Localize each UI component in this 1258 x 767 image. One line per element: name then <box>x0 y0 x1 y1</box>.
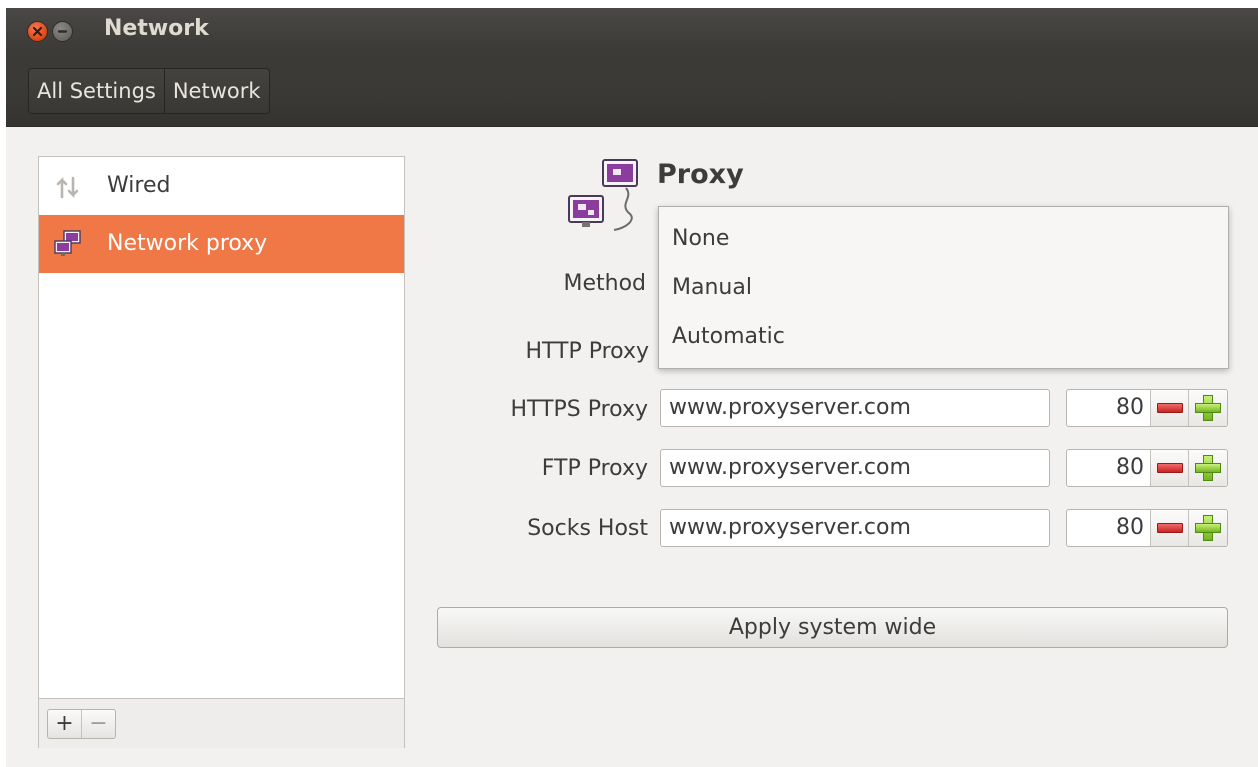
sidebar-item-label: Wired <box>107 173 171 198</box>
https-port-decrement-button[interactable] <box>1149 390 1189 426</box>
breadcrumb: All Settings Network <box>28 68 270 114</box>
https-proxy-host-input[interactable]: www.proxyserver.com <box>660 389 1050 427</box>
plus-icon <box>1195 395 1222 421</box>
minus-icon <box>1156 403 1183 413</box>
menu-item-manual[interactable]: Manual <box>672 274 752 302</box>
method-label: Method <box>563 271 646 296</box>
socks-host-label: Socks Host <box>527 516 648 541</box>
sidebar-item-network-proxy[interactable]: Network proxy <box>39 215 404 273</box>
ftp-proxy-port-spinner: 80 <box>1066 449 1228 487</box>
wired-icon <box>56 176 79 199</box>
breadcrumb-all-settings[interactable]: All Settings <box>29 69 165 113</box>
network-proxy-icon <box>54 230 81 256</box>
close-window-button[interactable] <box>27 21 48 42</box>
ftp-proxy-label: FTP Proxy <box>541 456 648 481</box>
http-proxy-label: HTTP Proxy <box>525 339 649 364</box>
minimize-window-button[interactable] <box>52 21 73 42</box>
apply-system-wide-button[interactable]: Apply system wide <box>437 607 1228 648</box>
sidebar-item-label: Network proxy <box>107 231 268 256</box>
minus-icon <box>1156 463 1183 473</box>
socks-port-decrement-button[interactable] <box>1149 510 1189 546</box>
connection-list: Wired Network proxy + − <box>38 156 405 748</box>
remove-connection-button[interactable]: − <box>82 710 115 738</box>
menu-item-none[interactable]: None <box>672 225 729 253</box>
page-title: Proxy <box>657 159 744 190</box>
ftp-port-increment-button[interactable] <box>1188 450 1227 486</box>
sidebar-item-wired[interactable]: Wired <box>39 157 404 216</box>
https-proxy-port-input[interactable]: 80 <box>1067 390 1150 426</box>
menu-item-automatic[interactable]: Automatic <box>672 323 785 351</box>
proxy-icon <box>568 159 638 231</box>
list-button-group: + − <box>47 709 116 739</box>
https-proxy-port-spinner: 80 <box>1066 389 1228 427</box>
ftp-proxy-port-input[interactable]: 80 <box>1067 450 1150 486</box>
socks-port-input[interactable]: 80 <box>1067 510 1150 546</box>
ftp-port-decrement-button[interactable] <box>1149 450 1189 486</box>
socks-host-input[interactable]: www.proxyserver.com <box>660 509 1050 547</box>
plus-icon <box>1195 455 1222 481</box>
list-toolbar: + − <box>39 698 404 748</box>
window-title: Network <box>104 16 209 41</box>
toolbar: All Settings Network <box>6 50 1258 127</box>
title-bar: Network <box>6 8 1258 50</box>
ftp-proxy-host-input[interactable]: www.proxyserver.com <box>660 449 1050 487</box>
method-dropdown-menu: None Manual Automatic <box>658 206 1229 369</box>
plus-icon <box>1195 515 1222 541</box>
add-connection-button[interactable]: + <box>48 710 82 738</box>
minus-icon <box>1156 523 1183 533</box>
socks-port-increment-button[interactable] <box>1188 510 1227 546</box>
breadcrumb-network[interactable]: Network <box>165 69 269 113</box>
https-port-increment-button[interactable] <box>1188 390 1227 426</box>
close-icon <box>32 26 43 37</box>
socks-port-spinner: 80 <box>1066 509 1228 547</box>
https-proxy-label: HTTPS Proxy <box>510 397 648 422</box>
minimize-icon <box>57 30 68 33</box>
settings-window: Network All Settings Network Wired Netwo… <box>6 8 1258 767</box>
